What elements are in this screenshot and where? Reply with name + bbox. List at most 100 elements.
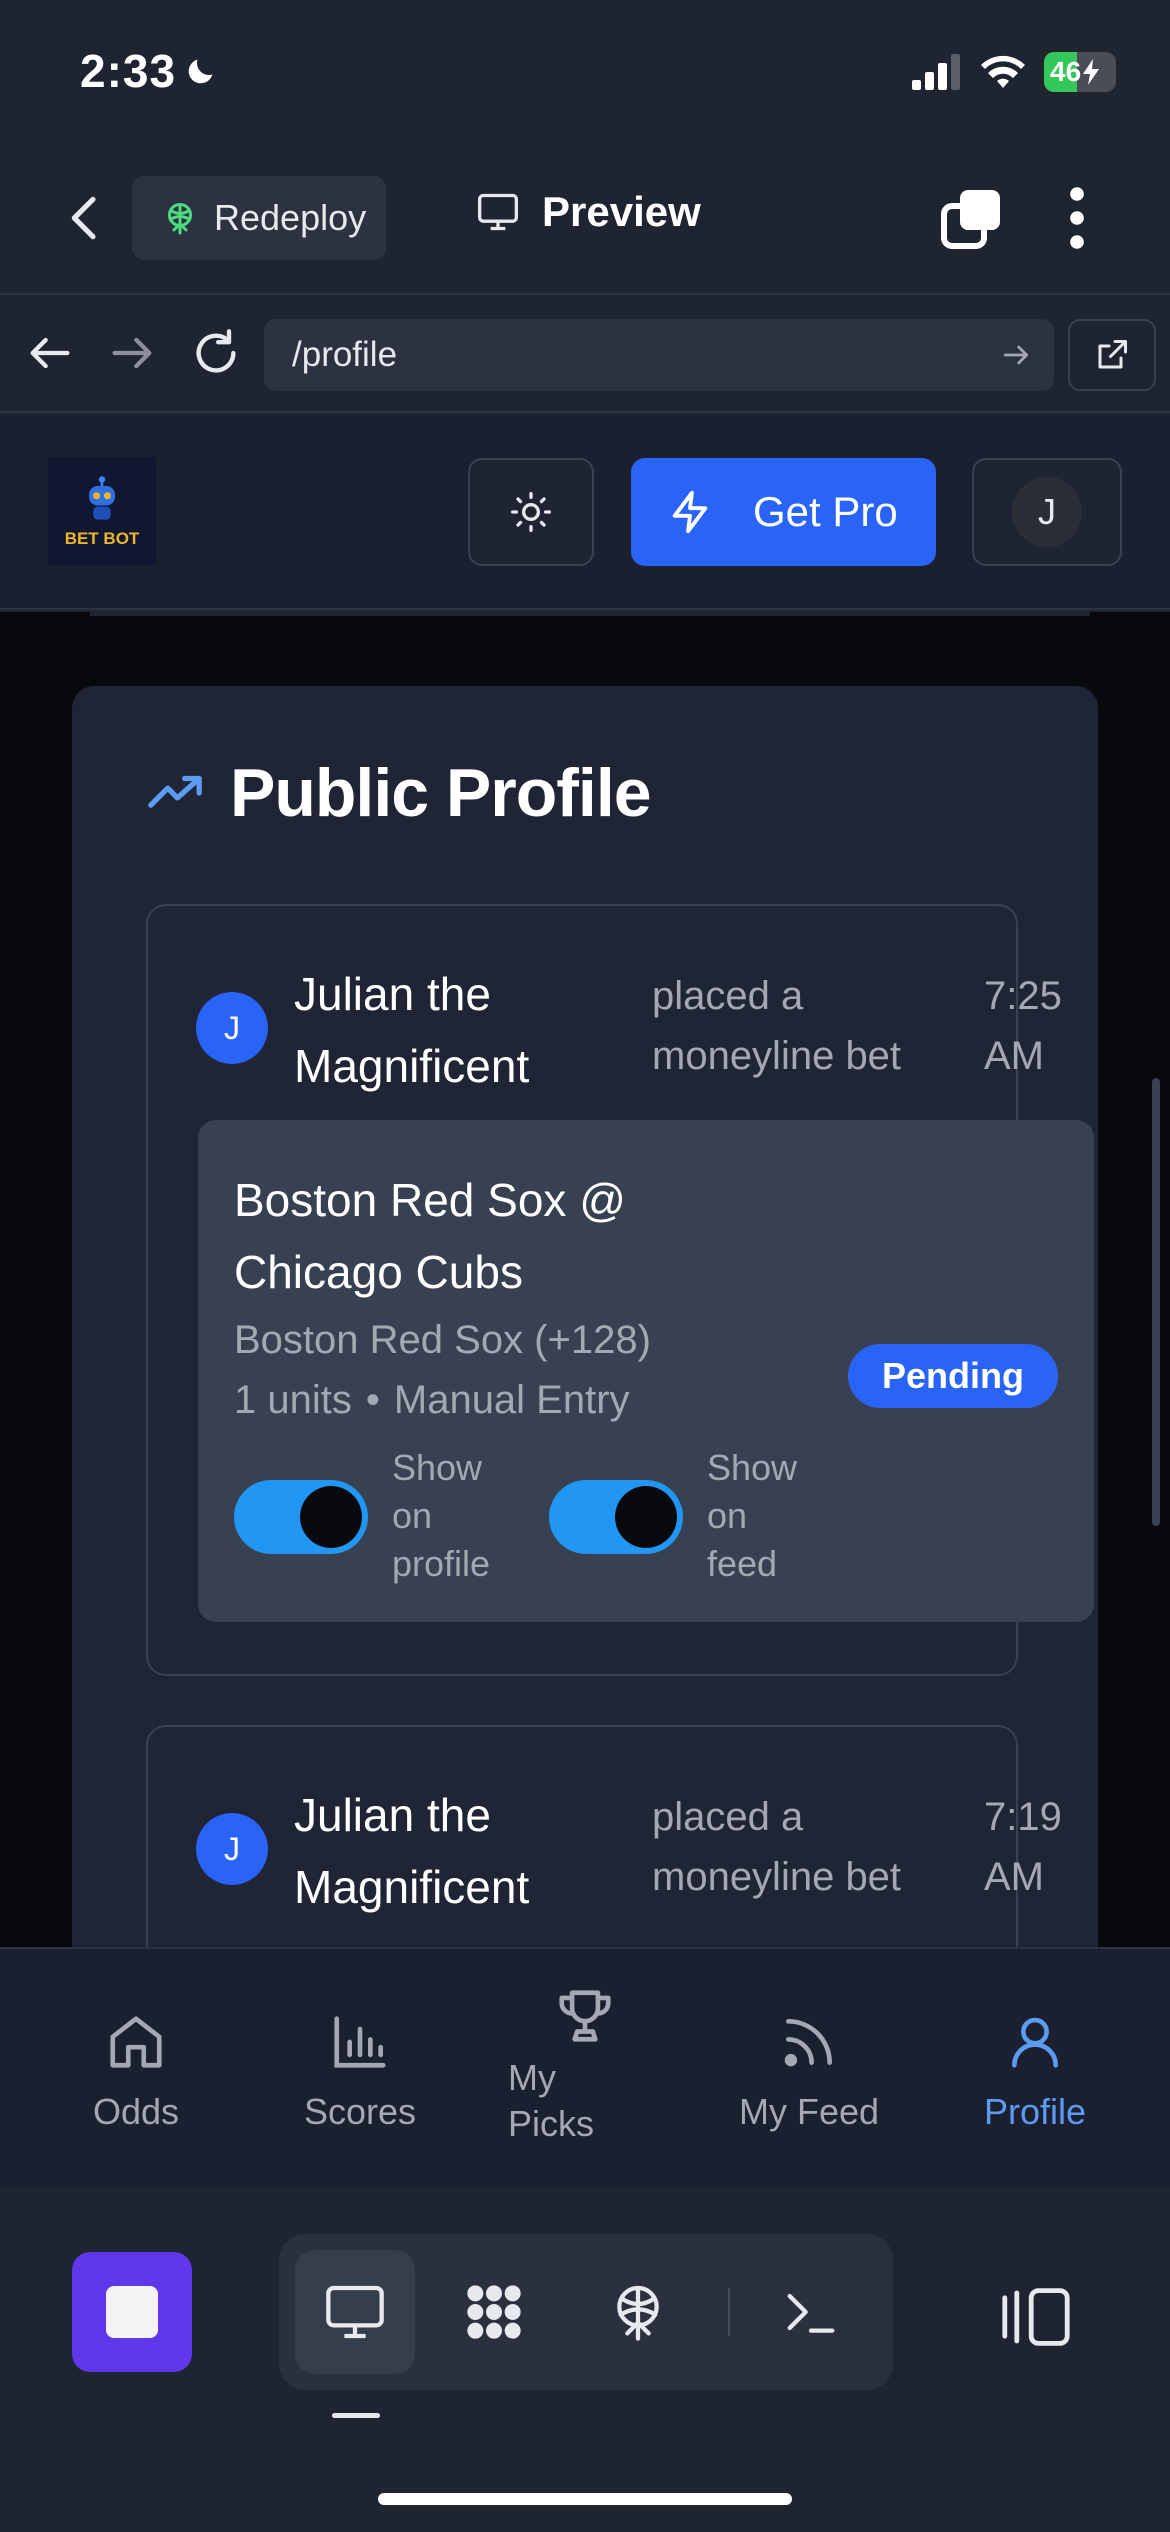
show-on-profile-toggle[interactable] [234,1480,368,1554]
show-on-feed-control: Show on feed [549,1444,827,1588]
rss-icon [784,2019,832,2067]
get-pro-button[interactable]: Get Pro [631,458,936,566]
bet-header: J Julian the Magnificent placed a moneyl… [148,1727,1062,1937]
moon-icon [188,59,213,84]
bar-chart-icon [334,2016,386,2068]
tab-label: Scores [303,2091,417,2132]
tab-label: My Feed [738,2091,880,2132]
get-pro-label: Get Pro [753,488,898,535]
show-on-profile-label: Show on profile [392,1447,491,1584]
trophy-icon [559,1990,611,2042]
battery-level: 46 [1050,56,1082,87]
tab-profile[interactable]: Profile [964,1949,1106,2189]
logo-text: BET BOT [64,529,140,548]
scrollbar-thumb[interactable] [1152,1078,1160,1526]
open-external-button[interactable] [1068,319,1156,391]
view-switcher [279,2234,893,2390]
tab-my-feed[interactable]: My Feed [728,1949,890,2189]
bet-username[interactable]: Julian the Magnificent [294,958,614,1102]
bottom-tab-bar: Odds Scores My Picks My Feed Profile [0,1947,1170,2187]
browser-forward-icon[interactable] [106,327,158,379]
home-icon [110,2016,162,2068]
bet-header: J Julian the Magnificent placed a moneyl… [148,906,1062,1116]
active-indicator [332,2413,380,2418]
status-bar: 2:33 46 [0,0,1170,150]
more-vertical-icon[interactable] [1062,186,1092,250]
show-on-feed-label: Show on feed [707,1447,798,1584]
bet-time: 7:19 AM [984,1795,1062,1899]
url-bar: /profile [0,297,1170,413]
url-input[interactable]: /profile [264,319,1054,391]
external-link-icon [1098,340,1127,369]
status-badge: Pending [848,1344,1058,1408]
home-indicator[interactable] [378,2493,792,2505]
page-title: Public Profile [146,754,652,832]
tab-my-picks[interactable]: My Picks [500,1949,670,2189]
browser-back-icon[interactable] [24,327,76,379]
list-item: J Julian the Magnificent placed a moneyl… [146,1725,1062,1947]
robot-icon [89,476,115,520]
battery-icon: 46 [1044,52,1116,92]
game-title: Boston Red Sox @ Chicago Cubs [234,1174,626,1298]
bet-detail-card: Boston Red Sox @ Chicago Cubs Boston Red… [198,1120,1094,1622]
preview-label: Preview [542,188,701,235]
bet-bot-logo[interactable]: BET BOT [48,457,156,565]
tab-label: Odds [92,2091,180,2132]
main-content: Public Profile J Julian the Magnificent … [0,612,1170,1947]
redeploy-button[interactable]: Redeploy [132,176,386,260]
lightning-icon [672,490,708,534]
deploy-icon [168,203,192,235]
tab-label: Profile [983,2091,1087,2132]
app-header: BET BOT Get Pro J [0,415,1170,610]
user-icon [1012,2017,1058,2068]
go-arrow-icon[interactable] [1000,339,1032,371]
page-title-text: Public Profile [230,755,652,831]
sun-icon [511,492,551,532]
trending-up-icon [148,775,202,808]
avatar: J [1012,477,1082,547]
theme-toggle-button[interactable] [468,458,594,566]
side-panel-icon[interactable] [1000,2285,1072,2349]
apps-grid-icon[interactable] [462,2280,526,2344]
show-on-feed-toggle[interactable] [549,1480,683,1554]
bet-username[interactable]: Julian the Magnificent [294,1779,614,1923]
avatar: J [196,1813,268,1885]
tab-scores[interactable]: Scores [290,1949,430,2189]
back-chevron-icon[interactable] [58,190,114,246]
public-profile-card: Public Profile J Julian the Magnificent … [72,686,1098,1947]
status-time: 2:33 [80,44,218,98]
wifi-icon [981,55,1025,88]
stop-icon [106,2286,158,2338]
tab-odds[interactable]: Odds [64,1949,208,2189]
charging-bolt-icon [1083,59,1100,85]
divider [90,612,1090,616]
meta-separator: • [365,1378,380,1422]
divider [728,2288,730,2336]
preview-tab[interactable]: Preview [476,188,701,236]
monitor-icon [478,193,518,231]
avatar: J [196,992,268,1064]
bet-pick: Boston Red Sox (+128) [234,1318,651,1362]
status-indicators: 46 [912,52,1116,92]
bet-meta: 1 units • Manual Entry [234,1370,630,1430]
editor-toolbar: Redeploy Preview [0,150,1170,295]
show-on-profile-control: Show on profile [234,1444,512,1588]
reload-icon[interactable] [190,327,242,379]
bet-source: Manual Entry [393,1378,630,1422]
cellular-signal-icon [912,54,960,90]
bet-action: placed a moneyline bet [652,974,902,1078]
url-text: /profile [292,335,398,374]
tabs-switcher-icon[interactable] [940,186,1004,250]
bet-action: placed a moneyline bet [652,1795,902,1899]
stop-button[interactable] [72,2252,192,2372]
list-item: J Julian the Magnificent placed a moneyl… [146,904,1094,1676]
bet-units: 1 units [234,1378,352,1422]
status-time-text: 2:33 [80,45,177,97]
terminal-icon[interactable] [779,2280,843,2344]
dev-toolbar [0,2187,1170,2532]
user-menu-button[interactable]: J [972,458,1122,566]
tab-label: My Picks [508,2057,595,2144]
monitor-icon[interactable] [323,2280,387,2344]
deploy-icon[interactable] [606,2280,670,2344]
redeploy-label: Redeploy [214,197,367,238]
